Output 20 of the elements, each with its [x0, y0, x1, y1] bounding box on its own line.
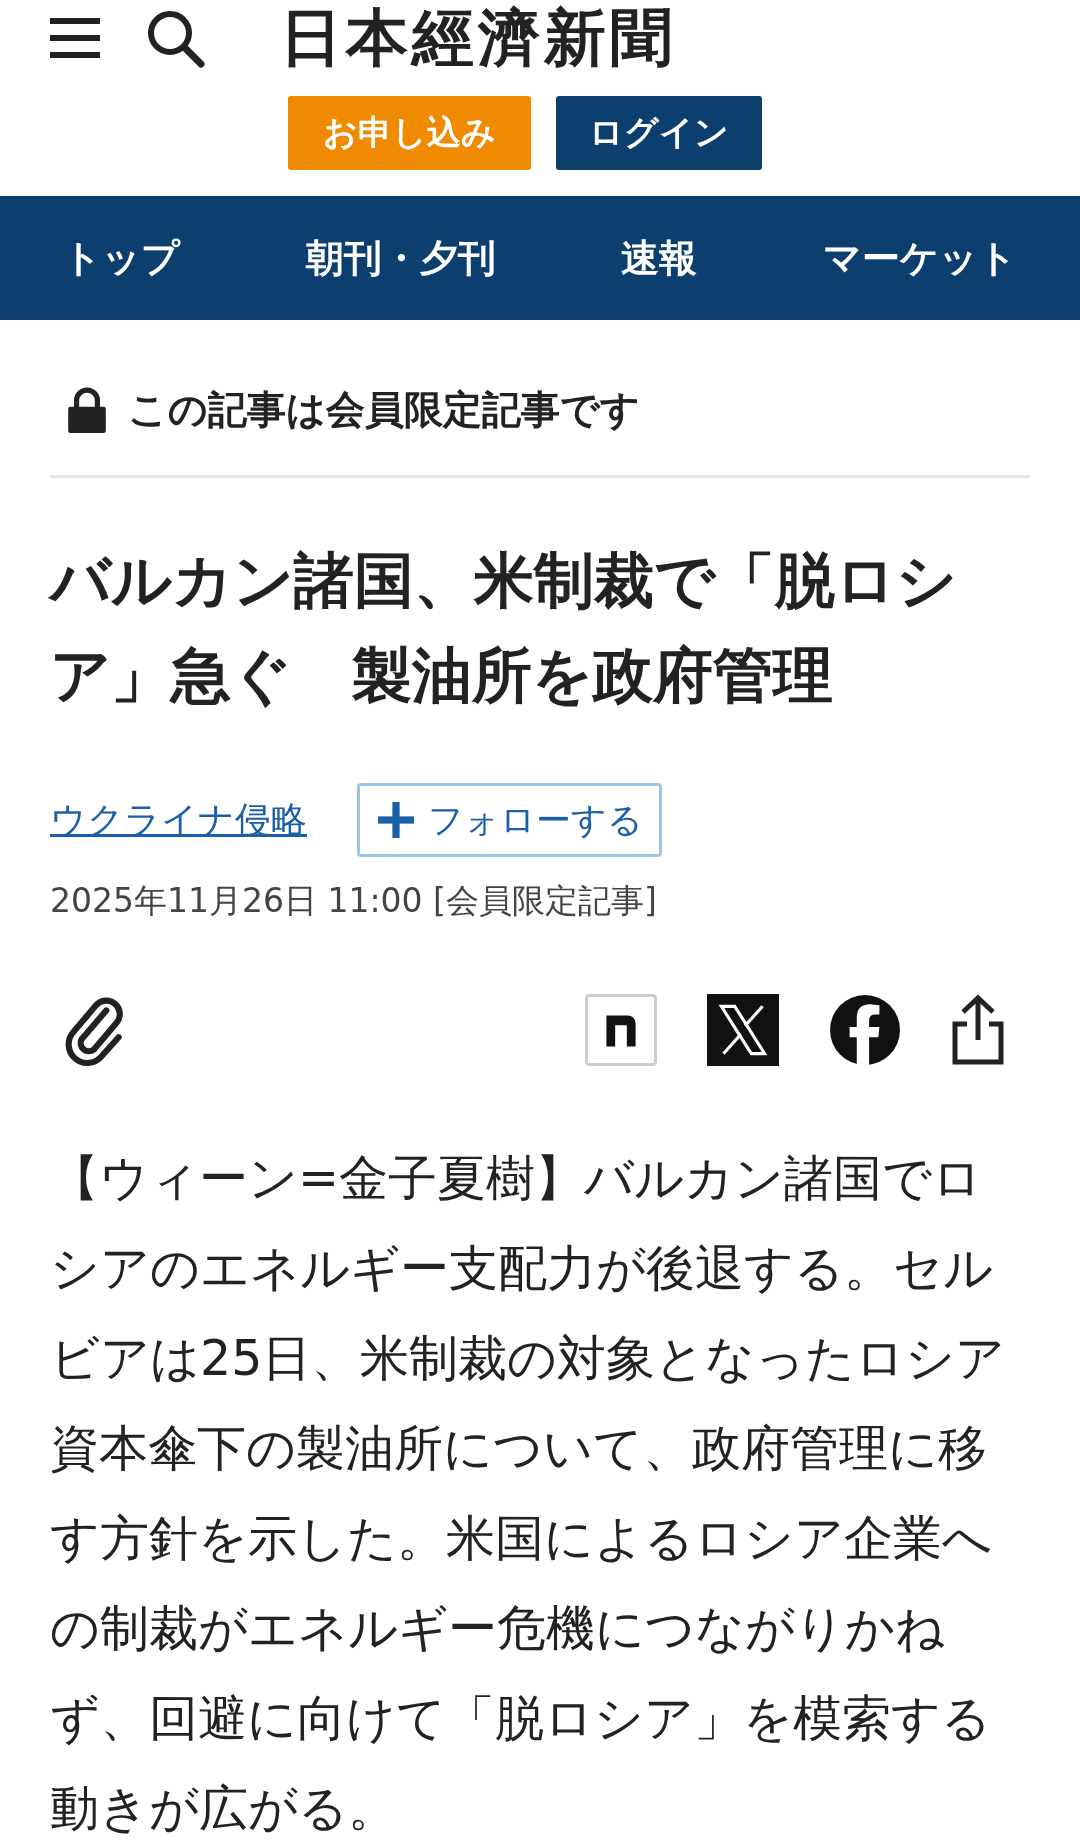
article-date: 2025年11月26日 11:00 [会員限定記事]	[50, 880, 658, 922]
logo[interactable]: 日本經濟新聞	[280, 3, 676, 73]
menu-icon[interactable]	[50, 18, 100, 58]
nav-link[interactable]: 速報	[621, 232, 698, 284]
search-icon[interactable]	[145, 8, 205, 68]
note-icon[interactable]	[585, 994, 657, 1066]
facebook-icon[interactable]	[829, 994, 901, 1066]
nav-link[interactable]: マーケット	[823, 232, 1018, 284]
nav-link[interactable]: 朝刊・夕刊	[305, 232, 496, 284]
x-icon[interactable]	[707, 994, 779, 1066]
article-headline: バルカン諸国、米制裁で「脱ロシア」急ぐ 製油所を政府管理	[50, 544, 958, 712]
share-icon[interactable]	[951, 994, 1005, 1066]
topic-link[interactable]: ウクライナ侵略	[50, 795, 307, 845]
lock-icon	[68, 387, 106, 433]
plus-icon	[378, 802, 414, 838]
login-button[interactable]: ログイン	[556, 96, 762, 170]
members-only-notice: この記事は会員限定記事です	[128, 386, 640, 434]
article-body: 【ウィーン=金子夏樹】バルカン諸国でロシアのエネルギー支配力が後退する。セルビアは25日、米制裁の対象となったロシア資本傘下の製油所について、政府管理に移す方針を示した。米国によるロシア企業への制裁がエネルギー危機につながりかねず、回避に向けて「脱ロシア」を模索する動きが広がる。	[50, 1149, 1007, 1839]
follow-button[interactable]: フォローする	[357, 783, 662, 857]
nav-link[interactable]: トップ	[62, 232, 180, 284]
